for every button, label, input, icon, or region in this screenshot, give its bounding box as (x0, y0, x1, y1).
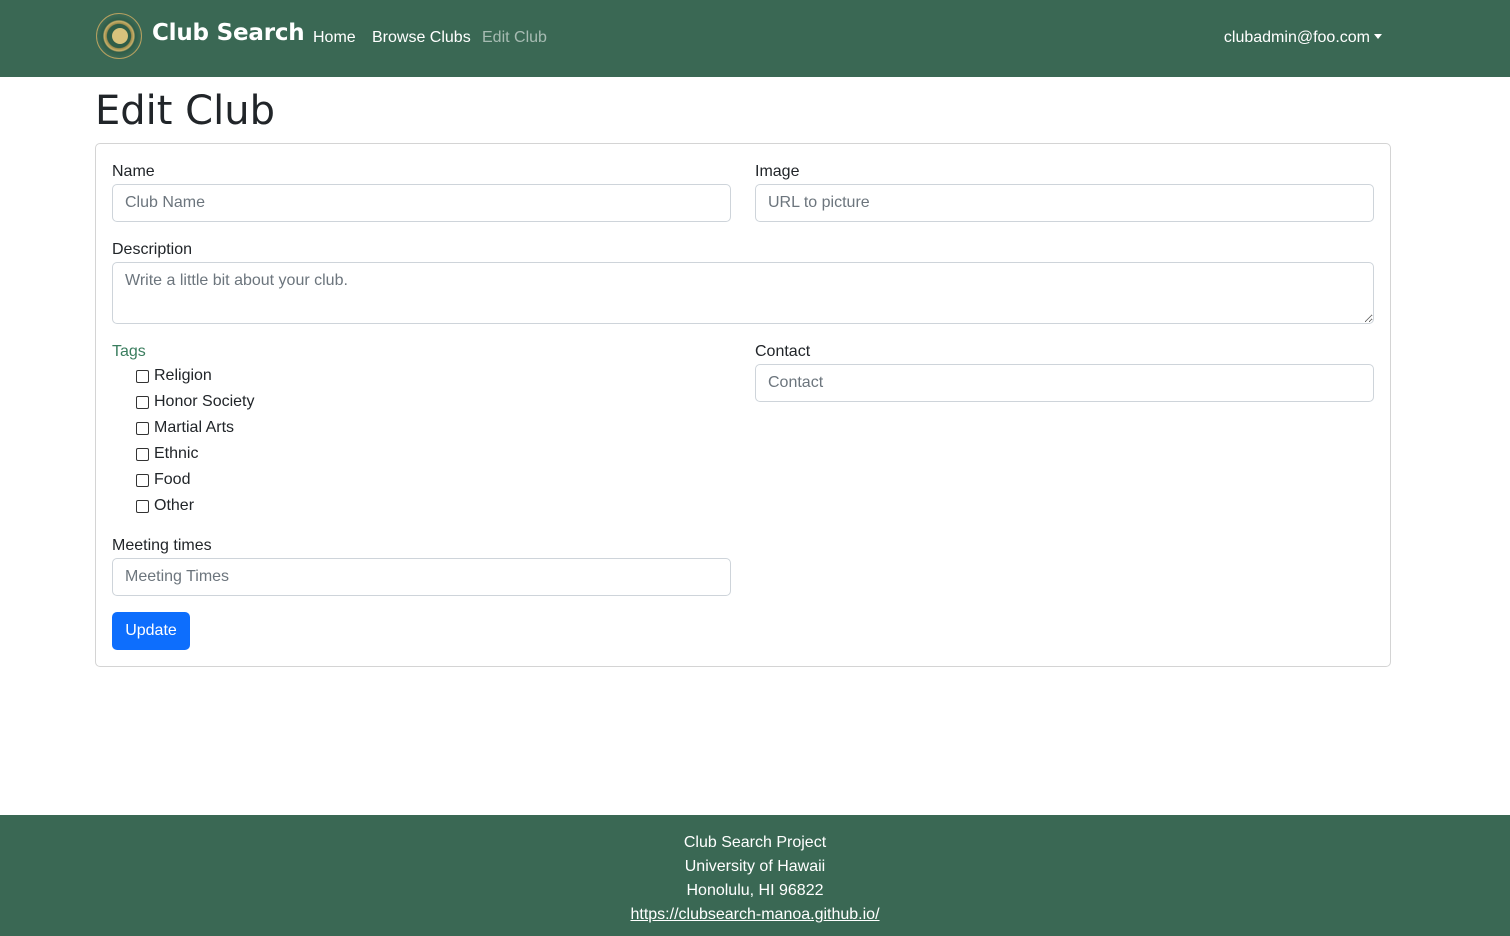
nav-edit-club-link[interactable]: Edit Club (482, 29, 547, 47)
tag-martial-arts-checkbox[interactable] (136, 421, 149, 435)
name-label: Name (112, 163, 155, 180)
university-seal-icon[interactable] (96, 13, 142, 59)
tag-food[interactable]: Food (136, 471, 190, 489)
tag-honor-society-checkbox[interactable] (136, 395, 149, 409)
meeting-times-input[interactable] (112, 558, 731, 596)
description-textarea[interactable] (112, 262, 1374, 324)
tag-label: Honor Society (154, 393, 255, 410)
tag-martial-arts[interactable]: Martial Arts (136, 419, 234, 437)
meeting-times-label: Meeting times (112, 537, 212, 554)
tag-religion[interactable]: Religion (136, 367, 212, 385)
description-label: Description (112, 241, 193, 258)
tag-label: Religion (154, 367, 212, 384)
brand-title[interactable]: Club Search (152, 20, 305, 46)
contact-label: Contact (755, 343, 811, 360)
tag-ethnic[interactable]: Ethnic (136, 445, 198, 463)
tag-label: Food (154, 471, 191, 488)
tag-food-checkbox[interactable] (136, 473, 149, 487)
footer: Club Search Project University of Hawaii… (0, 815, 1510, 936)
image-url-input[interactable] (755, 184, 1374, 222)
top-navbar: Club Search Home Browse Clubs Edit Club … (0, 0, 1510, 77)
contact-input[interactable] (755, 364, 1374, 402)
footer-address: Honolulu, HI 96822 (686, 882, 824, 899)
footer-university: University of Hawaii (684, 858, 826, 875)
tag-honor-society[interactable]: Honor Society (136, 393, 255, 411)
nav-browse-clubs-link[interactable]: Browse Clubs (372, 29, 471, 47)
tag-label: Ethnic (154, 445, 199, 462)
chevron-down-icon (1374, 34, 1382, 39)
nav-home-link[interactable]: Home (313, 29, 356, 47)
page-title: Edit Club (95, 88, 275, 134)
image-label: Image (755, 163, 800, 180)
footer-site-link[interactable]: https://clubsearch-manoa.github.io/ (630, 906, 879, 923)
tag-other[interactable]: Other (136, 497, 194, 515)
tag-label: Martial Arts (154, 419, 235, 436)
user-dropdown[interactable]: clubadmin@foo.com (1224, 29, 1382, 47)
tag-label: Other (154, 497, 195, 514)
seal-center (112, 28, 128, 44)
update-button[interactable]: Update (112, 612, 190, 650)
edit-club-form: Name Image Description Tags Religion Hon… (95, 143, 1391, 667)
footer-project: Club Search Project (683, 834, 827, 851)
tag-religion-checkbox[interactable] (136, 369, 149, 383)
tags-label: Tags (112, 343, 146, 360)
name-input[interactable] (112, 184, 731, 222)
tag-other-checkbox[interactable] (136, 499, 149, 513)
tag-ethnic-checkbox[interactable] (136, 447, 149, 461)
user-email: clubadmin@foo.com (1223, 29, 1370, 46)
